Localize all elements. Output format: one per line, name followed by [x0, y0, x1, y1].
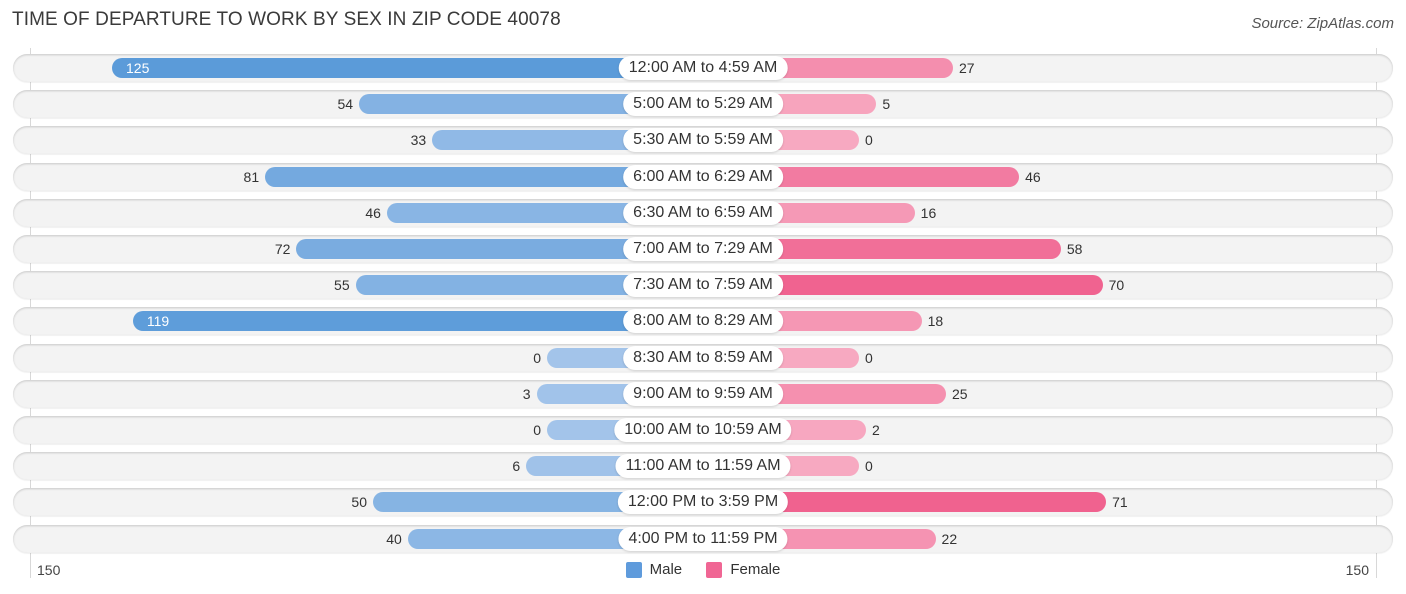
- legend-label-female: Female: [730, 561, 781, 578]
- category-label: 12:00 PM to 3:59 PM: [617, 490, 789, 514]
- value-label-female: 71: [1112, 494, 1128, 510]
- value-label-male: 46: [365, 205, 381, 221]
- value-label-female: 0: [865, 132, 873, 148]
- category-label: 10:00 AM to 10:59 AM: [614, 418, 792, 442]
- value-label-female: 22: [941, 531, 958, 547]
- value-label-female: 25: [952, 386, 968, 402]
- value-label-female: 5: [882, 96, 891, 112]
- chart-title: TIME OF DEPARTURE TO WORK BY SEX IN ZIP …: [12, 9, 561, 30]
- value-label-female: 16: [920, 205, 937, 221]
- value-label-male: 55: [334, 277, 350, 293]
- value-label-male: 72: [274, 241, 291, 257]
- value-label-female: 46: [1025, 169, 1041, 185]
- bar-male[interactable]: [112, 58, 703, 78]
- legend-swatch-male: [625, 561, 642, 578]
- value-label-male: 54: [337, 96, 354, 112]
- value-label-male: 81: [243, 169, 260, 185]
- value-label-female: 58: [1066, 241, 1083, 257]
- category-label: 11:00 AM to 11:59 AM: [615, 454, 791, 478]
- category-label: 5:00 AM to 5:29 AM: [623, 92, 783, 116]
- source-credit: Source: ZipAtlas.com: [1251, 15, 1394, 32]
- value-label-male: 125: [126, 60, 150, 76]
- value-label-female: 2: [871, 422, 880, 438]
- legend: Male Female: [0, 561, 1406, 582]
- legend-item-female[interactable]: Female: [706, 561, 780, 578]
- value-label-male: 6: [512, 458, 521, 474]
- category-label: 8:00 AM to 8:29 AM: [623, 309, 783, 333]
- value-label-female: 0: [865, 458, 873, 474]
- category-label: 5:30 AM to 5:59 AM: [623, 128, 783, 152]
- value-label-male: 50: [351, 494, 367, 510]
- value-label-female: 70: [1108, 277, 1125, 293]
- category-label: 7:00 AM to 7:29 AM: [623, 237, 783, 261]
- legend-item-male[interactable]: Male: [625, 561, 683, 578]
- legend-label-male: Male: [649, 561, 683, 578]
- bar-male[interactable]: [132, 311, 703, 331]
- category-label: 6:30 AM to 6:59 AM: [623, 201, 783, 225]
- value-label-male: 0: [533, 422, 541, 438]
- value-label-male: 40: [386, 531, 402, 547]
- value-label-female: 18: [927, 313, 944, 329]
- value-label-male: 3: [522, 386, 531, 402]
- legend-swatch-female: [706, 561, 723, 578]
- value-label-female: 27: [958, 60, 975, 76]
- value-label-female: 0: [865, 350, 873, 366]
- value-label-male: 0: [533, 350, 541, 366]
- category-label: 12:00 AM to 4:59 AM: [618, 56, 788, 80]
- value-label-male: 33: [410, 132, 427, 148]
- category-label: 8:30 AM to 8:59 AM: [623, 346, 783, 370]
- category-label: 9:00 AM to 9:59 AM: [623, 382, 783, 406]
- value-label-male: 119: [146, 313, 170, 329]
- category-label: 4:00 PM to 11:59 PM: [618, 527, 788, 551]
- category-label: 6:00 AM to 6:29 AM: [623, 165, 783, 189]
- category-label: 7:30 AM to 7:59 AM: [623, 273, 783, 297]
